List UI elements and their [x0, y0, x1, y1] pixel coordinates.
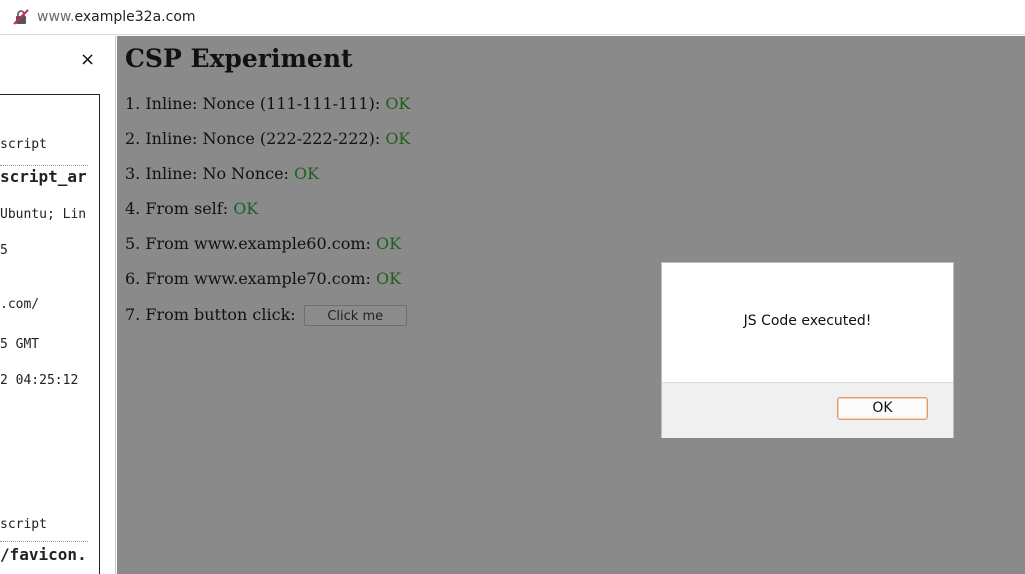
test-label: 4. From self:: [125, 199, 234, 218]
alert-message: JS Code executed!: [743, 313, 872, 329]
alert-dialog: JS Code executed! OK: [661, 262, 954, 438]
alert-footer: OK: [662, 382, 953, 438]
test-row: 6. From www.example70.com: OK: [125, 269, 401, 288]
status-ok: OK: [385, 129, 411, 148]
click-me-button[interactable]: Click me: [303, 305, 407, 326]
side-panel-line: 2 04:25:12: [0, 373, 79, 388]
side-panel: × script script_ar Ubuntu; Lin 5 .com/ 5…: [0, 36, 116, 574]
url-prefix: www.: [37, 9, 75, 25]
side-panel-line: 5: [0, 243, 8, 258]
test-row: 5. From www.example60.com: OK: [125, 234, 401, 253]
test-row: 4. From self: OK: [125, 199, 258, 218]
test-row: 3. Inline: No Nonce: OK: [125, 164, 319, 183]
status-ok: OK: [375, 269, 402, 288]
test-row: 2. Inline: Nonce (222-222-222): OK: [125, 129, 410, 148]
status-ok: OK: [233, 199, 259, 218]
status-ok: OK: [294, 164, 320, 183]
test-label: 5. From www.example60.com:: [125, 234, 376, 253]
ok-button[interactable]: OK: [837, 397, 928, 420]
side-panel-content: script script_ar Ubuntu; Lin 5 .com/ 5 G…: [0, 94, 100, 574]
side-panel-line: .com/: [0, 297, 40, 312]
side-panel-line: /favicon.: [0, 545, 87, 564]
url-text[interactable]: www.example32a.com: [37, 9, 196, 25]
address-bar[interactable]: www.example32a.com: [0, 0, 1025, 35]
side-panel-line: 5 GMT: [0, 337, 40, 352]
test-label: 1. Inline: Nonce (111-111-111):: [125, 94, 386, 113]
insecure-connection-icon[interactable]: [13, 9, 29, 25]
test-label: 3. Inline: No Nonce:: [125, 164, 295, 183]
url-host: example32a.com: [74, 9, 196, 25]
close-icon[interactable]: ×: [80, 50, 95, 70]
side-panel-line: script_ar: [0, 167, 87, 186]
page-title: CSP Experiment: [125, 44, 353, 73]
divider: [0, 541, 88, 542]
test-label: 2. Inline: Nonce (222-222-222):: [125, 129, 386, 148]
status-ok: OK: [375, 234, 402, 253]
side-panel-line: script: [0, 517, 47, 532]
test-label: 7. From button click:: [125, 305, 301, 324]
side-panel-line: script: [0, 137, 47, 152]
side-panel-line: Ubuntu; Lin: [0, 207, 87, 222]
divider: [0, 165, 88, 166]
test-row-button: 7. From button click: Click me: [125, 305, 407, 326]
test-row: 1. Inline: Nonce (111-111-111): OK: [125, 94, 410, 113]
status-ok: OK: [385, 94, 411, 113]
test-label: 6. From www.example70.com:: [125, 269, 376, 288]
